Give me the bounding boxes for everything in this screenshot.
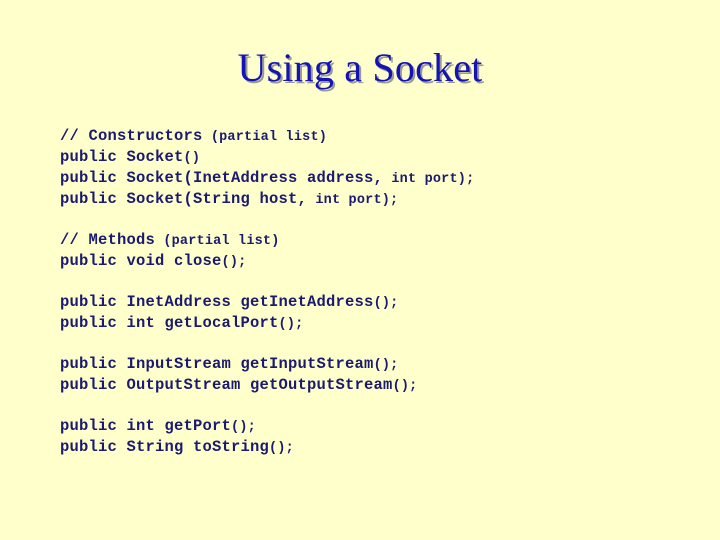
code-line: public Socket(InetAddress address, int p… (60, 168, 680, 189)
code-segment-primary: // Constructors (60, 127, 203, 145)
code-segment-primary: // Methods (60, 231, 156, 249)
code-line: public String toString(); (60, 437, 680, 458)
code-segment-secondary: (); (373, 358, 399, 373)
code-segment-secondary: int port); (383, 172, 475, 187)
code-segment-primary: public String toString (60, 438, 270, 456)
code-segment-primary: public InputStream getInputStream (60, 355, 374, 373)
code-segment-primary: public int getLocalPort (60, 314, 279, 332)
code-line: public void close(); (60, 251, 680, 272)
constructors-block: // Constructors (partial list) public Soc… (60, 126, 680, 210)
code-line: public OutputStream getOutputStream(); (60, 375, 680, 396)
code-segment-primary: public void close (60, 252, 222, 270)
code-segment-primary: public InetAddress getInetAddress (60, 293, 374, 311)
slide: Using a Socket // Constructors (partial … (0, 0, 720, 540)
title-area: Using a Socket (0, 46, 720, 89)
code-line: public InputStream getInputStream(); (60, 354, 680, 375)
page-title: Using a Socket (237, 45, 483, 90)
code-line: // Methods (partial list) (60, 230, 680, 251)
code-segment-secondary: int port); (307, 193, 399, 208)
code-line: // Constructors (partial list) (60, 126, 680, 147)
code-segment-primary: public int getPort (60, 417, 232, 435)
code-segment-primary: public Socket(InetAddress address, (60, 169, 384, 187)
code-segment-primary: public OutputStream getOutputStream (60, 376, 393, 394)
code-line: public int getLocalPort(); (60, 313, 680, 334)
code-segment-secondary: (); (373, 296, 399, 311)
code-line: public int getPort(); (60, 416, 680, 437)
methods-block: // Methods (partial list) public void clo… (60, 230, 680, 272)
code-segment-secondary: (); (221, 255, 247, 270)
code-segment-secondary: (); (231, 420, 256, 435)
code-segment-primary: public Socket(String host, (60, 190, 308, 208)
code-line: public Socket(String host, int port); (60, 189, 680, 210)
code-body: // Constructors (partial list) public Soc… (60, 126, 680, 458)
code-segment-secondary: (); (269, 441, 294, 456)
code-segment-primary: public Socket (60, 148, 184, 166)
code-segment-secondary: (); (392, 379, 418, 394)
code-line: public Socket() (60, 147, 680, 168)
code-segment-secondary: (); (278, 317, 304, 332)
address-accessors-block: public InetAddress getInetAddress(); publ… (60, 292, 680, 334)
code-segment-secondary: (partial list) (202, 130, 328, 145)
misc-accessors-block: public int getPort(); public String toStr… (60, 416, 680, 458)
code-line: public InetAddress getInetAddress(); (60, 292, 680, 313)
stream-accessors-block: public InputStream getInputStream(); publ… (60, 354, 680, 396)
code-segment-secondary: () (183, 151, 201, 166)
code-segment-secondary: (partial list) (155, 234, 280, 249)
